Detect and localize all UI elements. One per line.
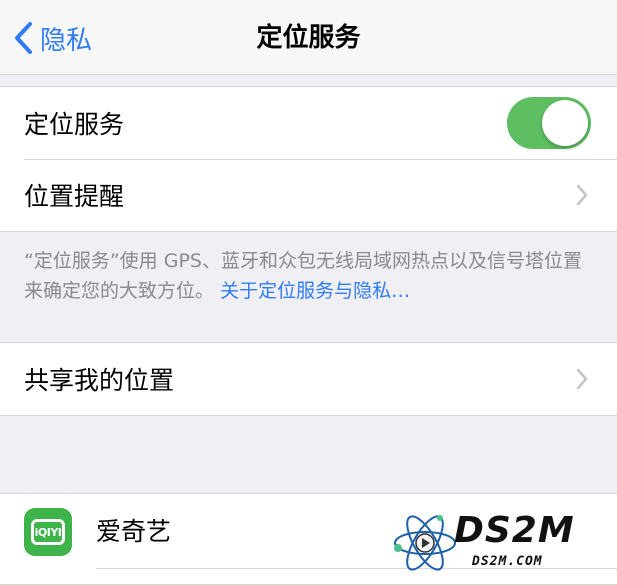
chevron-right-icon — [576, 184, 588, 206]
chevron-right-icon — [576, 368, 588, 390]
location-services-toggle[interactable] — [507, 97, 591, 149]
iqiyi-logo: iQIYI — [31, 519, 65, 545]
location-settings-group: 定位服务 位置提醒 — [0, 86, 617, 232]
share-location-row[interactable]: 共享我的位置 — [0, 343, 617, 415]
atom-logo-icon — [394, 515, 456, 571]
watermark-title: DS2M — [454, 510, 575, 551]
location-services-footer: “定位服务”使用 GPS、蓝牙和众包无线局域网热点以及信号塔位置来确定您的大致方… — [24, 246, 594, 306]
app-name-iqiyi[interactable]: 爱奇艺 — [96, 514, 171, 550]
share-location-group: 共享我的位置 — [0, 342, 617, 416]
watermark: DS2M DS2M.COM — [392, 510, 610, 576]
location-services-row: 定位服务 — [0, 87, 617, 159]
share-location-label: 共享我的位置 — [24, 366, 175, 395]
navigation-bar: 隐私 定位服务 — [0, 0, 617, 75]
iqiyi-app-icon: iQIYI — [24, 508, 72, 556]
page-title: 定位服务 — [256, 23, 361, 53]
location-alerts-label: 位置提醒 — [24, 182, 125, 211]
location-alerts-row[interactable]: 位置提醒 — [0, 159, 617, 231]
location-services-label: 定位服务 — [24, 110, 125, 139]
privacy-link[interactable]: 关于定位服务与隐私… — [220, 280, 410, 302]
toggle-knob — [542, 100, 588, 146]
watermark-subtitle: DS2M.COM — [472, 554, 543, 569]
